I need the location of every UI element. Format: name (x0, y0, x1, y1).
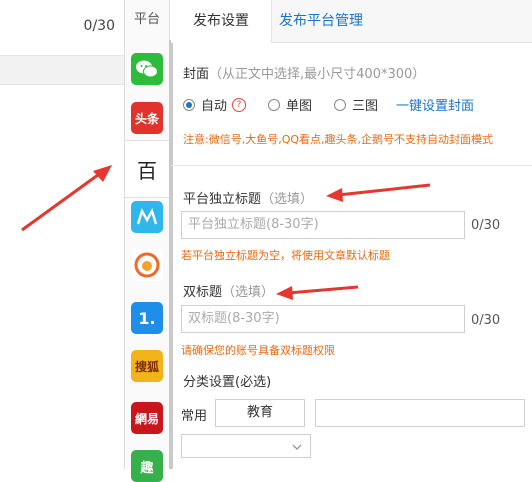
platform-column: 平台 头条 百 1. 搜狐 網易 趣 (125, 0, 173, 482)
yidian-icon: 1. (138, 308, 156, 328)
annotation-arrow-independent-title (326, 183, 431, 202)
wechat-icon (136, 60, 158, 78)
common-label: 常用 (181, 409, 208, 424)
double-title-hint: （选填） (222, 285, 275, 300)
option-auto-label: 自动 (201, 99, 228, 114)
annotation-arrow-double-title (276, 285, 359, 300)
platform-baijiahao[interactable]: 百 (125, 140, 169, 198)
toolbar-strip (0, 56, 125, 85)
radio-single[interactable] (268, 98, 281, 111)
chevron-down-icon (292, 444, 302, 450)
independent-title-label-text: 平台独立标题 (183, 192, 262, 207)
cover-notice: 注意:微信号,大鱼号,QQ看点,趣头条,企鹅号不支持自动封面模式 (183, 133, 494, 146)
annotation-arrow-left (21, 165, 112, 232)
cover-label: 封面（从正文中选择,最小尺寸400*300） (183, 63, 425, 82)
platform-sohu[interactable]: 搜狐 (131, 350, 163, 382)
platform-yidian[interactable]: 1. (131, 302, 163, 334)
category-select[interactable] (181, 434, 311, 458)
independent-title-label: 平台独立标题（选填） (183, 188, 313, 207)
fire-icon (134, 252, 160, 278)
independent-title-tip: 若平台独立标题为空，将使用文章默认标题 (181, 249, 390, 262)
baidu-icon: 百 (137, 158, 157, 183)
radio-triple[interactable] (334, 98, 347, 111)
cover-hint: （从正文中选择,最小尺寸400*300） (209, 67, 426, 82)
platform-toutiao[interactable]: 头条 (131, 102, 163, 134)
platform-dayu[interactable] (131, 201, 163, 233)
double-title-input[interactable]: 双标题(8-30字) (181, 305, 465, 333)
platform-wechat[interactable] (131, 53, 163, 85)
platform-qutoutiao[interactable]: 趣 (131, 450, 163, 482)
category-tag-education[interactable]: 教育 (215, 399, 305, 427)
double-title-tip: 请确保您的账号具备双标题权限 (181, 344, 335, 357)
toutiao-icon: 头条 (134, 111, 159, 126)
qu-icon: 趣 (140, 460, 154, 476)
title-area[interactable]: 0/30 (0, 0, 125, 56)
help-icon[interactable]: ? (232, 97, 247, 112)
sohu-icon: 搜狐 (134, 359, 159, 374)
platform-uc[interactable] (131, 249, 163, 281)
option-single-label: 单图 (286, 99, 313, 114)
tab-publish-settings[interactable]: 发布设置 (171, 0, 272, 43)
independent-title-input[interactable]: 平台独立标题(8-30字) (181, 211, 465, 239)
set-cover-link[interactable]: 一键设置封面 (396, 95, 474, 114)
independent-title-hint: （选填） (261, 192, 314, 207)
category-search-input[interactable] (315, 399, 525, 427)
tab-platform-management[interactable]: 发布平台管理 (279, 0, 363, 42)
title-counter: 0/30 (83, 18, 115, 34)
double-title-counter: 0/30 (471, 313, 501, 328)
section-divider (171, 165, 532, 166)
option-triple-label: 三图 (352, 99, 379, 114)
dayu-icon (136, 208, 158, 225)
settings-tabs: 发布设置 发布平台管理 (171, 0, 532, 43)
publish-settings-panel: 封面（从正文中选择,最小尺寸400*300） 自动 ? 单图 三图 一键设置封面… (171, 43, 532, 469)
double-title-label: 双标题（选填） (183, 281, 274, 300)
category-label: 分类设置(必选) (183, 375, 272, 390)
platform-netease[interactable]: 網易 (131, 402, 163, 434)
cover-options: 自动 ? 单图 三图 一键设置封面 (183, 95, 474, 114)
independent-title-counter: 0/30 (471, 218, 501, 233)
netease-icon: 網易 (134, 411, 159, 426)
platform-header: 平台 (133, 12, 160, 27)
double-title-label-text: 双标题 (183, 285, 223, 300)
cover-label-text: 封面 (183, 67, 210, 82)
radio-auto[interactable] (183, 98, 195, 111)
